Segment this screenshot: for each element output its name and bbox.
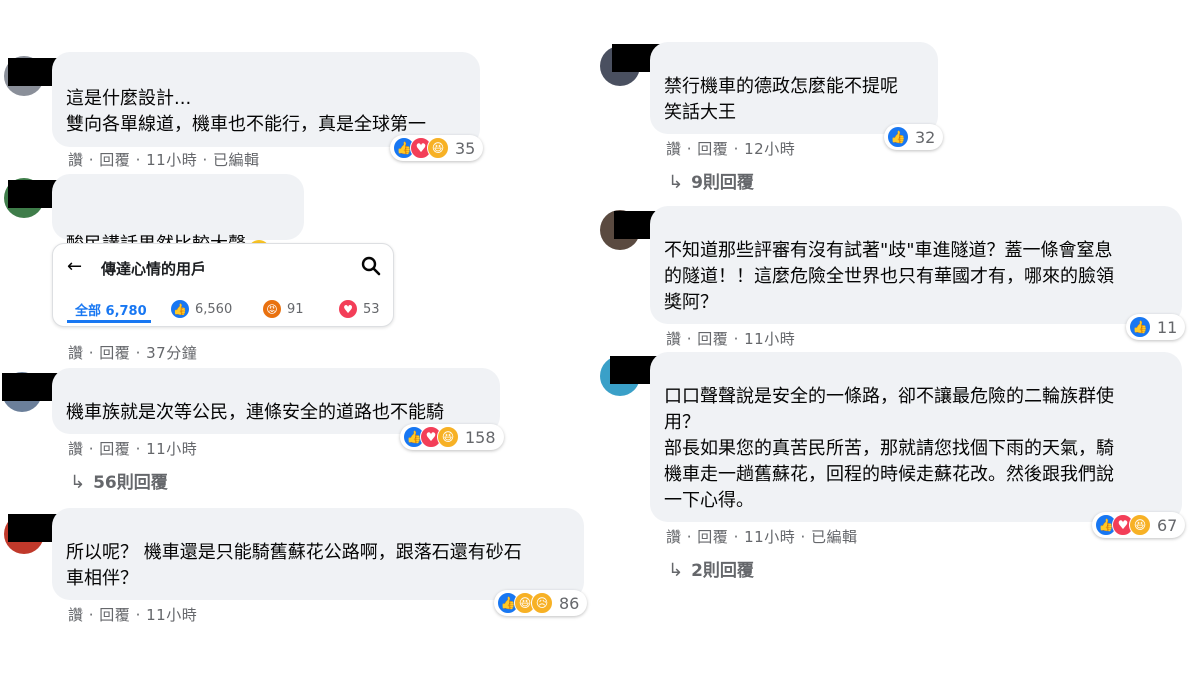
reaction-summary[interactable]: 👍 ♥ 😆 35	[390, 135, 484, 161]
reaction-count: 32	[915, 127, 936, 147]
reactions-screenshot-card: ← 傳達心情的用戶 全部 6,780 👍 6,560 😡 91 ♥ 53	[52, 243, 394, 327]
reaction-summary[interactable]: 👍 ♥ 😆 158	[400, 424, 504, 450]
comment-bubble: 口口聲聲說是安全的一條路，卻不讓最危險的二輪族群使 用？ 部長如果您的真苦民所苦…	[650, 352, 1182, 522]
like-icon: 👍	[887, 126, 909, 148]
back-arrow-icon: ←	[67, 256, 83, 277]
tab-all: 全部 6,780	[75, 304, 147, 319]
comment-bubble: 所以呢？ 機車還是只能騎舊蘇花公路啊，跟落石還有砂石 車相伴？	[52, 508, 584, 600]
angry-icon: 😡	[263, 300, 281, 318]
card-title: 傳達心情的用戶	[101, 260, 207, 278]
reaction-summary[interactable]: 👍 😆 😥 86	[494, 590, 588, 616]
reply-arrow-icon: ↳	[70, 472, 86, 493]
comment-actions[interactable]: 讚 · 回覆 · 12小時	[666, 138, 795, 159]
love-icon: ♥	[339, 300, 357, 318]
reaction-summary[interactable]: 👍 ♥ 😆 67	[1092, 512, 1186, 538]
comment-bubble: 不知道那些評審有沒有試著"歧"車進隧道？蓋一條會窒息 的隧道！！這麼危險全世界也…	[650, 206, 1182, 324]
tab-angry: 😡 91	[263, 300, 304, 318]
haha-icon: 😆	[427, 137, 449, 159]
comment-actions[interactable]: 讚 · 回覆 · 11小時	[68, 438, 197, 459]
comment-actions[interactable]: 讚 · 回覆 · 37分鐘	[68, 342, 197, 363]
comment-actions[interactable]: 讚 · 回覆 · 11小時 · 已編輯	[666, 526, 858, 547]
reaction-summary[interactable]: 👍 11	[1126, 314, 1186, 340]
reaction-count: 158	[465, 427, 496, 447]
comment-bubble: 酸民講話果然比較大聲🙄	[52, 174, 304, 262]
comment-actions[interactable]: 讚 · 回覆 · 11小時	[666, 328, 795, 349]
reaction-summary[interactable]: 👍 32	[884, 124, 944, 150]
reaction-count: 35	[455, 138, 476, 158]
haha-icon: 😆	[437, 426, 459, 448]
reply-arrow-icon: ↳	[668, 560, 684, 581]
comment-bubble: 這是什麼設計... 雙向各單線道，機車也不能行，真是全球第一	[52, 52, 480, 147]
view-replies-link[interactable]: ↳ 9則回覆	[668, 168, 754, 193]
reply-arrow-icon: ↳	[668, 172, 684, 193]
reaction-count: 11	[1157, 317, 1178, 337]
like-icon: 👍	[171, 300, 189, 318]
view-replies-link[interactable]: ↳ 2則回覆	[668, 556, 754, 581]
search-icon	[361, 256, 381, 280]
like-icon: 👍	[1129, 316, 1151, 338]
active-tab-underline	[67, 320, 151, 323]
comment-actions[interactable]: 讚 · 回覆 · 11小時 · 已編輯	[68, 149, 260, 170]
reaction-count: 86	[559, 593, 580, 613]
reaction-count: 67	[1157, 515, 1178, 535]
haha-icon: 😆	[1129, 514, 1151, 536]
comment-bubble: 禁行機車的德政怎麼能不提呢 笑話大王	[650, 42, 938, 134]
sad-icon: 😥	[531, 592, 553, 614]
comment-actions[interactable]: 讚 · 回覆 · 11小時	[68, 604, 197, 625]
tab-love: ♥ 53	[339, 300, 380, 318]
tab-like: 👍 6,560	[171, 300, 232, 318]
view-replies-link[interactable]: ↳ 56則回覆	[70, 468, 168, 493]
